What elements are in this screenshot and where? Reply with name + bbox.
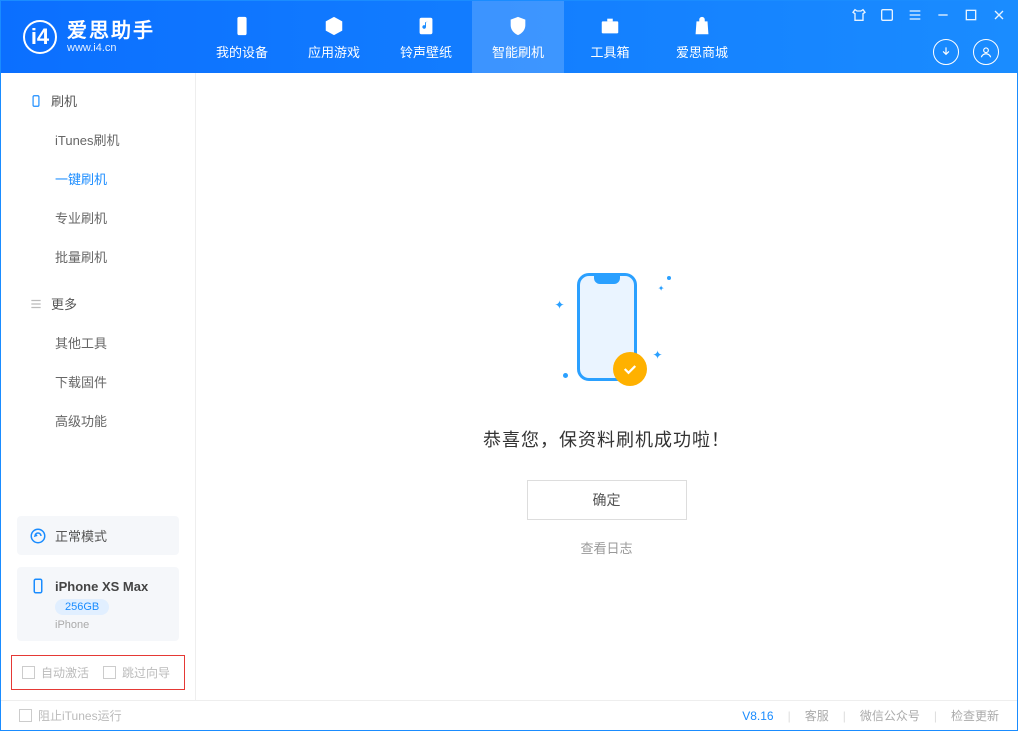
briefcase-icon	[598, 14, 622, 38]
shield-refresh-icon	[506, 14, 530, 38]
close-icon[interactable]	[991, 7, 1007, 23]
app-body: 刷机 iTunes刷机 一键刷机 专业刷机 批量刷机 更多 其他工具 下载固件 …	[1, 73, 1017, 700]
menu-icon[interactable]	[907, 7, 923, 23]
tshirt-icon[interactable]	[851, 7, 867, 23]
wechat-link[interactable]: 微信公众号	[860, 707, 920, 724]
download-button[interactable]	[933, 39, 959, 65]
check-update-link[interactable]: 检查更新	[951, 707, 999, 724]
list-icon	[29, 297, 43, 311]
logo-text: 爱思助手 www.i4.cn	[67, 20, 155, 54]
version-label: V8.16	[742, 709, 773, 723]
sidebar-item-pro-flash[interactable]: 专业刷机	[1, 198, 195, 237]
sidebar-item-download-firmware[interactable]: 下载固件	[1, 362, 195, 401]
tab-label: 应用游戏	[308, 42, 360, 61]
maximize-icon[interactable]	[963, 7, 979, 23]
sidebar-group-more: 更多	[1, 276, 195, 323]
minimize-icon[interactable]	[935, 7, 951, 23]
tab-label: 智能刷机	[492, 42, 544, 61]
dot-icon	[563, 373, 568, 378]
cube-icon	[322, 14, 346, 38]
device-icon	[29, 94, 43, 108]
success-illustration: ✦ ✦ ✦	[537, 268, 677, 398]
mode-indicator[interactable]: 正常模式	[17, 516, 179, 555]
sidebar-item-itunes-flash[interactable]: iTunes刷机	[1, 120, 195, 159]
app-header: i4 爱思助手 www.i4.cn 我的设备 应用游戏 铃声壁纸 智能刷机 工具…	[1, 1, 1017, 73]
music-note-icon	[414, 14, 438, 38]
user-button[interactable]	[973, 39, 999, 65]
feedback-icon[interactable]	[879, 7, 895, 23]
device-name: iPhone XS Max	[55, 579, 148, 594]
mode-label: 正常模式	[55, 526, 107, 545]
sparkle-icon: ✦	[652, 348, 662, 362]
sidebar-item-oneclick-flash[interactable]: 一键刷机	[1, 159, 195, 198]
confirm-button[interactable]: 确定	[527, 480, 687, 520]
phone-icon	[230, 14, 254, 38]
tab-label: 铃声壁纸	[400, 42, 452, 61]
tab-smart-flash[interactable]: 智能刷机	[472, 1, 564, 73]
checkbox-skip-guide[interactable]: 跳过向导	[103, 664, 170, 681]
main-tabs: 我的设备 应用游戏 铃声壁纸 智能刷机 工具箱 爱思商城	[196, 1, 748, 73]
separator: |	[843, 709, 846, 723]
app-name-cn: 爱思助手	[67, 20, 155, 42]
sidebar-item-advanced[interactable]: 高级功能	[1, 401, 195, 440]
sidebar-group-label: 更多	[51, 294, 77, 313]
view-log-link[interactable]: 查看日志	[580, 538, 632, 557]
tab-label: 爱思商城	[676, 42, 728, 61]
footer-right: V8.16 | 客服 | 微信公众号 | 检查更新	[742, 707, 999, 724]
window-controls	[851, 7, 1007, 23]
checkbox-icon	[19, 709, 32, 722]
sidebar-item-other-tools[interactable]: 其他工具	[1, 323, 195, 362]
sidebar-group-flash: 刷机	[1, 73, 195, 120]
checkbox-label: 阻止iTunes运行	[38, 707, 122, 724]
checkbox-label: 自动激活	[41, 664, 89, 681]
success-check-icon	[613, 352, 647, 386]
main-content: ✦ ✦ ✦ 恭喜您，保资料刷机成功啦！ 确定 查看日志	[196, 73, 1017, 700]
tab-my-device[interactable]: 我的设备	[196, 1, 288, 73]
header-actions	[933, 39, 999, 65]
separator: |	[788, 709, 791, 723]
flash-options-highlight: 自动激活 跳过向导	[11, 655, 185, 690]
device-type: iPhone	[55, 619, 89, 631]
support-link[interactable]: 客服	[805, 707, 829, 724]
tab-label: 我的设备	[216, 42, 268, 61]
app-name-en: www.i4.cn	[67, 42, 155, 54]
status-bar: 阻止iTunes运行 V8.16 | 客服 | 微信公众号 | 检查更新	[1, 700, 1017, 730]
tab-toolbox[interactable]: 工具箱	[564, 1, 656, 73]
checkbox-icon	[22, 666, 35, 679]
logo-icon: i4	[23, 20, 57, 54]
separator: |	[934, 709, 937, 723]
checkbox-label: 跳过向导	[122, 664, 170, 681]
sparkle-icon: ✦	[658, 284, 665, 293]
device-capacity: 256GB	[55, 599, 109, 615]
checkbox-icon	[103, 666, 116, 679]
sidebar: 刷机 iTunes刷机 一键刷机 专业刷机 批量刷机 更多 其他工具 下载固件 …	[1, 73, 196, 700]
checkbox-block-itunes[interactable]: 阻止iTunes运行	[19, 707, 122, 724]
checkbox-auto-activate[interactable]: 自动激活	[22, 664, 89, 681]
sidebar-group-label: 刷机	[51, 91, 77, 110]
tab-ringtones-wallpapers[interactable]: 铃声壁纸	[380, 1, 472, 73]
tab-store[interactable]: 爱思商城	[656, 1, 748, 73]
tab-label: 工具箱	[590, 42, 629, 61]
phone-icon	[29, 577, 47, 595]
dot-icon	[667, 276, 671, 280]
logo-area: i4 爱思助手 www.i4.cn	[1, 1, 196, 73]
sidebar-item-batch-flash[interactable]: 批量刷机	[1, 237, 195, 276]
success-message: 恭喜您，保资料刷机成功啦！	[483, 426, 730, 452]
tab-apps-games[interactable]: 应用游戏	[288, 1, 380, 73]
sync-icon	[29, 527, 47, 545]
device-indicator[interactable]: iPhone XS Max 256GB iPhone	[17, 567, 179, 641]
shopping-bag-icon	[690, 14, 714, 38]
sparkle-icon: ✦	[555, 298, 565, 312]
